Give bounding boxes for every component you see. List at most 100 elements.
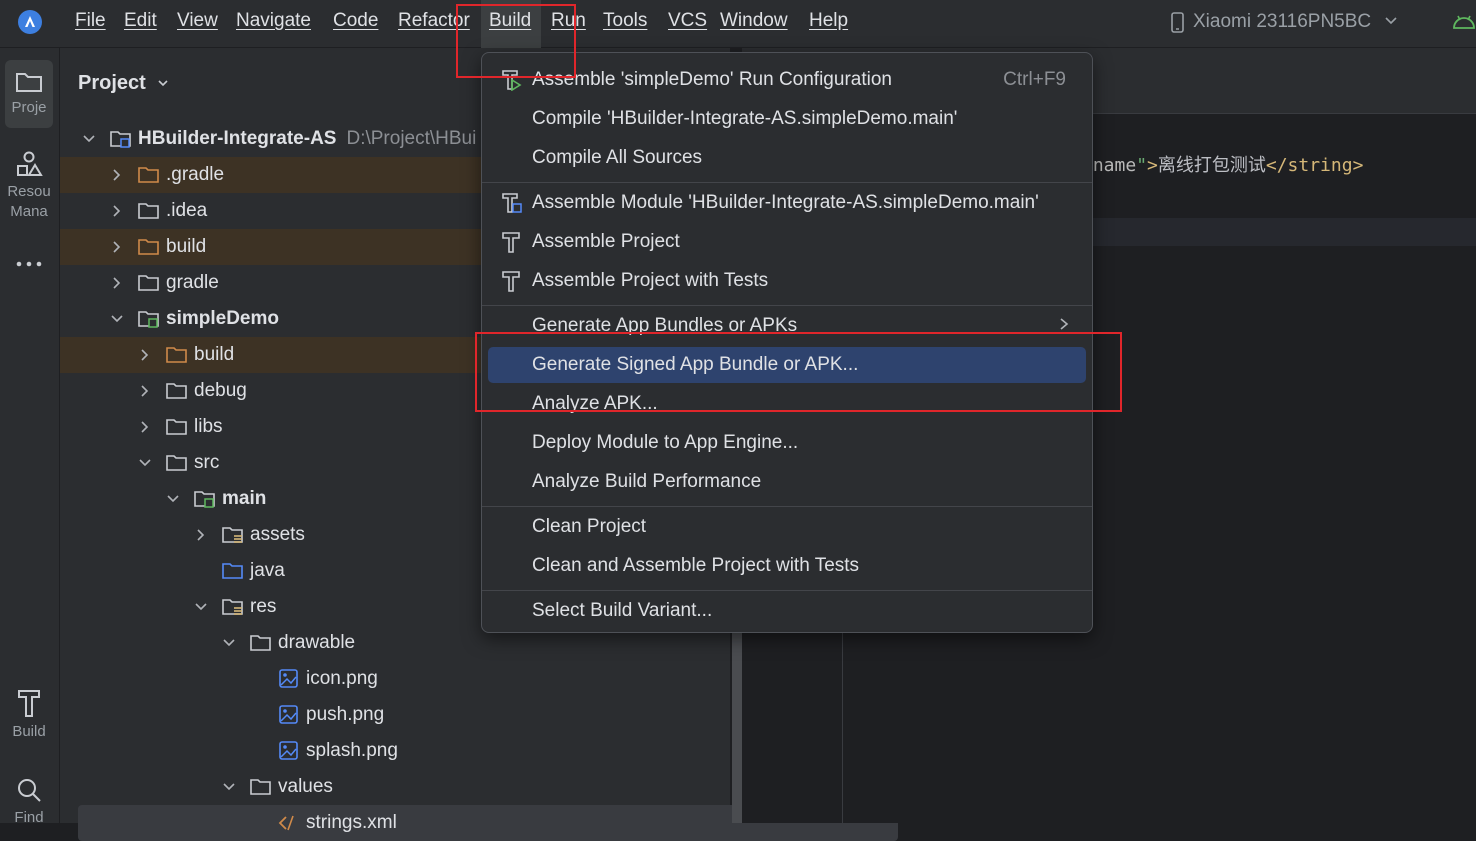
chevron-right-icon[interactable] xyxy=(138,420,152,434)
device-icon xyxy=(1170,12,1186,39)
menu-file[interactable]: File xyxy=(73,10,108,32)
panel-title[interactable]: Project xyxy=(78,72,169,95)
resource-manager-label-2: Mana xyxy=(10,203,48,220)
tree-row-label: build xyxy=(166,236,207,257)
menu-shortcut: Ctrl+F9 xyxy=(1003,69,1066,90)
folder-icon xyxy=(138,201,160,221)
code-angle: > xyxy=(1147,155,1158,176)
folder-icon xyxy=(138,273,160,293)
build-menu-item-label: Deploy Module to App Engine... xyxy=(532,432,799,453)
excluded-folder-icon xyxy=(138,237,160,257)
android-studio-logo-icon[interactable] xyxy=(18,10,42,34)
image-file-icon xyxy=(278,669,300,689)
build-menu-item[interactable]: Compile 'HBuilder-Integrate-AS.simpleDem… xyxy=(488,101,1086,137)
menu-vcs[interactable]: VCS xyxy=(666,10,709,32)
tree-row-label: main xyxy=(222,488,267,509)
tree-row-label: values xyxy=(278,776,333,797)
tree-row-label: debug xyxy=(194,380,247,401)
tree-row-label: assets xyxy=(250,524,305,545)
tree-row-label: gradle xyxy=(166,272,219,293)
build-menu-item-label: Select Build Variant... xyxy=(532,600,713,621)
chevron-down-icon xyxy=(157,72,169,94)
panel-title-label: Project xyxy=(78,72,146,94)
build-menu-item[interactable]: Select Build Variant... xyxy=(488,593,1086,629)
find-tool-button[interactable]: Find xyxy=(5,776,53,826)
module-folder-icon xyxy=(110,129,132,149)
source-folder-icon xyxy=(222,561,244,581)
chevron-right-icon[interactable] xyxy=(110,204,124,218)
resource-manager-tool-button[interactable]: Resou Mana xyxy=(5,150,53,230)
chevron-down-icon[interactable] xyxy=(194,600,208,614)
build-menu-item[interactable]: Assemble Project with Tests xyxy=(488,263,1086,299)
menu-navigate[interactable]: Navigate xyxy=(234,10,313,32)
folder-icon xyxy=(5,70,53,98)
build-tool-label: Build xyxy=(12,723,46,740)
main-menu-bar: File Edit View Navigate Code Refactor Bu… xyxy=(0,0,1476,48)
chevron-right-icon[interactable] xyxy=(110,276,124,290)
menu-icon-spacer xyxy=(500,471,522,493)
more-tools-button[interactable] xyxy=(5,256,53,286)
project-tool-button[interactable]: Proje xyxy=(5,60,53,128)
project-tool-label: Proje xyxy=(11,99,47,116)
menu-icon-spacer xyxy=(500,108,522,130)
chevron-down-icon[interactable] xyxy=(1384,14,1398,33)
chevron-down-icon[interactable] xyxy=(138,456,152,470)
resource-folder-icon xyxy=(222,525,244,545)
project-root-name: HBuilder-Integrate-AS xyxy=(138,128,337,149)
excluded-folder-icon xyxy=(166,345,188,365)
folder-icon xyxy=(166,453,188,473)
build-menu-item-label: Assemble Project with Tests xyxy=(532,270,769,291)
chevron-down-icon[interactable] xyxy=(82,132,96,146)
tree-row-label: drawable xyxy=(278,632,356,653)
build-menu-item[interactable]: Compile All Sources xyxy=(488,140,1086,176)
code-line[interactable]: _name">离线打包测试</string> xyxy=(1082,151,1363,177)
build-menu-item[interactable]: Clean Project xyxy=(488,509,1086,545)
menu-window[interactable]: Window xyxy=(718,10,790,32)
tree-row-label: res xyxy=(250,596,277,617)
build-menu-item[interactable]: Clean and Assemble Project with Tests xyxy=(488,548,1086,584)
menu-tools[interactable]: Tools xyxy=(601,10,649,32)
tree-row-label: simpleDemo xyxy=(166,308,279,329)
build-menu-item[interactable]: Analyze Build Performance xyxy=(488,464,1086,500)
annotation-box-generate-signed xyxy=(475,332,1122,412)
image-file-icon xyxy=(278,741,300,761)
device-selector[interactable]: Xiaomi 23116PN5BC xyxy=(1193,11,1371,33)
build-tool-button[interactable]: Build xyxy=(5,688,53,748)
tree-row-label: .gradle xyxy=(166,164,225,185)
chevron-down-icon[interactable] xyxy=(166,492,180,506)
project-panel-scrollbar[interactable] xyxy=(732,630,742,823)
menu-icon-spacer xyxy=(500,516,522,538)
chevron-down-icon[interactable] xyxy=(222,636,236,650)
tree-row-label: libs xyxy=(194,416,223,437)
tree-row-label: strings.xml xyxy=(306,812,397,833)
build-menu-item-label: Compile 'HBuilder-Integrate-AS.simpleDem… xyxy=(532,108,958,129)
menu-help[interactable]: Help xyxy=(807,10,850,32)
android-icon[interactable] xyxy=(1452,12,1476,37)
tree-row-label: splash.png xyxy=(306,740,398,761)
xml-file-icon xyxy=(278,813,300,833)
menu-view[interactable]: View xyxy=(175,10,220,32)
tree-row-label: build xyxy=(194,344,235,365)
code-text: 离线打包测试 xyxy=(1157,155,1266,176)
excluded-folder-icon xyxy=(138,165,160,185)
chevron-right-icon[interactable] xyxy=(110,240,124,254)
chevron-right-icon[interactable] xyxy=(110,168,124,182)
chevron-right-icon[interactable] xyxy=(194,528,208,542)
build-menu-item[interactable]: Assemble Project xyxy=(488,224,1086,260)
resource-folder-icon xyxy=(222,597,244,617)
chevron-right-icon[interactable] xyxy=(138,348,152,362)
chevron-down-icon[interactable] xyxy=(110,312,124,326)
chevron-down-icon[interactable] xyxy=(222,780,236,794)
menu-code[interactable]: Code xyxy=(331,10,380,32)
menu-separator xyxy=(482,590,1092,591)
folder-icon xyxy=(166,381,188,401)
menu-icon-spacer xyxy=(500,432,522,454)
search-icon xyxy=(5,776,53,808)
build-menu-item-label: Analyze Build Performance xyxy=(532,471,762,492)
tree-row-label: .idea xyxy=(166,200,208,221)
menu-edit[interactable]: Edit xyxy=(122,10,159,32)
build-menu-item[interactable]: Assemble 'simpleDemo' Run Configuration C… xyxy=(488,62,1086,98)
build-menu-item[interactable]: Assemble Module 'HBuilder-Integrate-AS.s… xyxy=(488,185,1086,221)
build-menu-item[interactable]: Deploy Module to App Engine... xyxy=(488,425,1086,461)
chevron-right-icon[interactable] xyxy=(138,384,152,398)
